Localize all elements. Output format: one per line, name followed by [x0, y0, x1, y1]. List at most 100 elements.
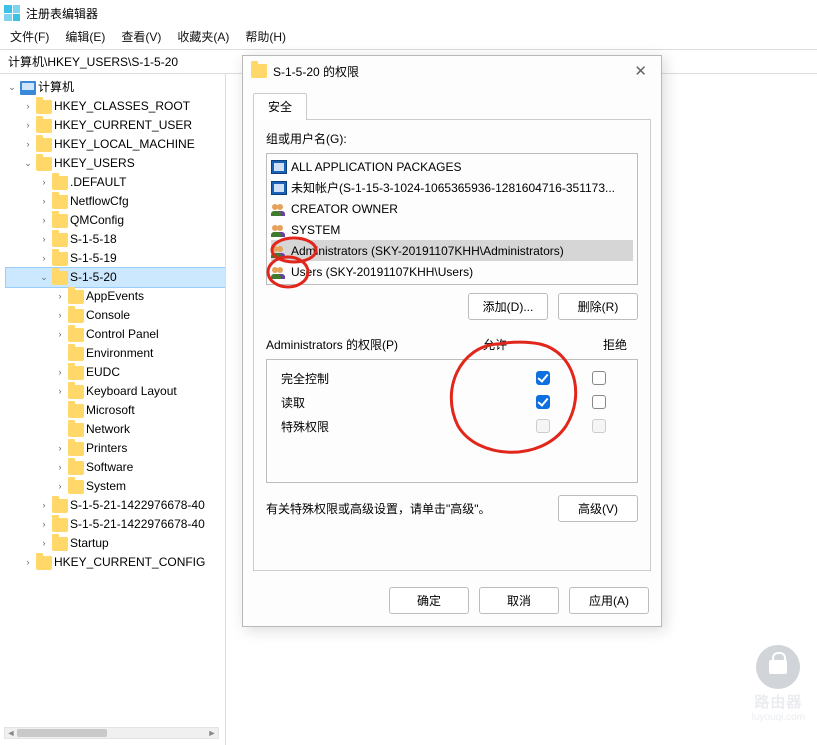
chevron-right-icon[interactable]: ›	[54, 439, 66, 458]
permissions-table: 完全控制读取特殊权限	[266, 359, 638, 483]
tree-item[interactable]: ›HKEY_CURRENT_CONFIG	[6, 553, 225, 572]
tree-item[interactable]: ›Console	[6, 306, 225, 325]
menu-file[interactable]: 文件(F)	[10, 28, 49, 45]
chevron-right-icon[interactable]: ›	[22, 97, 34, 116]
tree-pane[interactable]: ⌄ 计算机›HKEY_CLASSES_ROOT›HKEY_CURRENT_USER…	[0, 74, 226, 745]
chevron-right-icon[interactable]: ›	[38, 211, 50, 230]
chevron-right-icon[interactable]: ›	[38, 173, 50, 192]
tree-label: Startup	[70, 534, 109, 553]
menu-edit[interactable]: 编辑(E)	[65, 28, 105, 45]
tree-item[interactable]: ›S-1-5-18	[6, 230, 225, 249]
tree-label: .DEFAULT	[70, 173, 126, 192]
tree-item-root[interactable]: ⌄ 计算机	[6, 78, 225, 97]
chevron-right-icon[interactable]: ›	[22, 116, 34, 135]
chevron-down-icon[interactable]: ⌄	[22, 154, 34, 173]
scroll-right-arrow-icon[interactable]: ►	[206, 728, 218, 738]
user-list-item[interactable]: 未知帐户(S-1-15-3-1024-1065365936-1281604716…	[271, 177, 633, 198]
chevron-right-icon[interactable]: ›	[54, 477, 66, 496]
allow-checkbox[interactable]	[536, 395, 550, 409]
ok-button[interactable]: 确定	[389, 587, 469, 614]
tree-item[interactable]: › Startup	[6, 534, 225, 553]
tree-item[interactable]: ›S-1-5-21-1422976678-40	[6, 515, 225, 534]
menu-view[interactable]: 查看(V)	[121, 28, 161, 45]
chevron-down-icon[interactable]: ⌄	[6, 78, 18, 97]
folder-icon	[52, 195, 68, 209]
tree-item[interactable]: ›HKEY_CURRENT_USER	[6, 116, 225, 135]
user-list-item[interactable]: Administrators (SKY-20191107KHH\Administ…	[271, 240, 633, 261]
chevron-right-icon[interactable]: ›	[38, 192, 50, 211]
dialog-buttons: 确定 取消 应用(A)	[243, 579, 661, 626]
scrollbar-thumb[interactable]	[17, 729, 107, 737]
menu-favorites[interactable]: 收藏夹(A)	[177, 28, 229, 45]
scroll-left-arrow-icon[interactable]: ◄	[5, 728, 17, 738]
chevron-right-icon[interactable]: ›	[54, 363, 66, 382]
tree-item[interactable]: ›Environment	[6, 344, 225, 363]
group-users-label: 组或用户名(G):	[266, 130, 638, 147]
tree-item[interactable]: ›S-1-5-19	[6, 249, 225, 268]
menu-help[interactable]: 帮助(H)	[245, 28, 286, 45]
chevron-down-icon[interactable]: ⌄	[38, 268, 50, 287]
tree-item[interactable]: ›AppEvents	[6, 287, 225, 306]
tab-security[interactable]: 安全	[253, 93, 307, 120]
folder-icon	[52, 252, 68, 266]
users-icon	[271, 244, 287, 258]
folder-icon	[52, 499, 68, 513]
tree-item[interactable]: ›Microsoft	[6, 401, 225, 420]
registry-tree[interactable]: ⌄ 计算机›HKEY_CLASSES_ROOT›HKEY_CURRENT_USER…	[6, 78, 225, 572]
chevron-right-icon[interactable]: ›	[38, 496, 50, 515]
tree-item[interactable]: ›EUDC	[6, 363, 225, 382]
users-icon	[271, 223, 287, 237]
tree-item[interactable]: ⌄HKEY_USERS	[6, 154, 225, 173]
deny-checkbox[interactable]	[592, 371, 606, 385]
user-list-item[interactable]: CREATOR OWNER	[271, 198, 633, 219]
tree-item[interactable]: ›Network	[6, 420, 225, 439]
tree-item[interactable]: ›NetflowCfg	[6, 192, 225, 211]
chevron-right-icon[interactable]: ›	[22, 553, 34, 572]
chevron-right-icon[interactable]: ›	[38, 515, 50, 534]
tree-item[interactable]: ⌄S-1-5-20	[6, 268, 225, 287]
chevron-right-icon[interactable]: ›	[54, 306, 66, 325]
chevron-right-icon[interactable]: ›	[54, 287, 66, 306]
tree-label: Microsoft	[86, 401, 135, 420]
user-list-item[interactable]: Users (SKY-20191107KHH\Users)	[271, 261, 633, 282]
advanced-button[interactable]: 高级(V)	[558, 495, 638, 522]
chevron-right-icon[interactable]: ›	[54, 382, 66, 401]
chevron-right-icon[interactable]: ›	[54, 458, 66, 477]
chevron-right-icon[interactable]: ›	[38, 249, 50, 268]
tree-label: 计算机	[38, 78, 74, 97]
add-button[interactable]: 添加(D)...	[468, 293, 548, 320]
chevron-right-icon[interactable]: ›	[38, 230, 50, 249]
tree-item[interactable]: ›Keyboard Layout	[6, 382, 225, 401]
group-users-list[interactable]: ALL APPLICATION PACKAGES未知帐户(S-1-15-3-10…	[266, 153, 638, 285]
folder-icon	[68, 480, 84, 494]
tree-item[interactable]: › Control Panel	[6, 325, 225, 344]
tree-item[interactable]: › .DEFAULT	[6, 173, 225, 192]
tree-item[interactable]: ›System	[6, 477, 225, 496]
package-icon	[271, 160, 287, 174]
user-list-item[interactable]: SYSTEM	[271, 219, 633, 240]
tree-item[interactable]: ›QMConfig	[6, 211, 225, 230]
chevron-right-icon[interactable]: ›	[22, 135, 34, 154]
deny-checkbox[interactable]	[592, 395, 606, 409]
chevron-right-icon[interactable]: ›	[54, 325, 66, 344]
cancel-button[interactable]: 取消	[479, 587, 559, 614]
remove-button[interactable]: 删除(R)	[558, 293, 638, 320]
tree-label: Software	[86, 458, 133, 477]
tree-item[interactable]: ›Printers	[6, 439, 225, 458]
tree-item[interactable]: ›S-1-5-21-1422976678-40	[6, 496, 225, 515]
allow-checkbox[interactable]	[536, 371, 550, 385]
chevron-right-icon[interactable]: ›	[38, 534, 50, 553]
apply-button[interactable]: 应用(A)	[569, 587, 649, 614]
dialog-title-bar[interactable]: S-1-5-20 的权限 ✕	[243, 56, 661, 86]
tree-item[interactable]: ›HKEY_LOCAL_MACHINE	[6, 135, 225, 154]
folder-icon	[68, 309, 84, 323]
folder-icon	[68, 328, 84, 342]
tree-item[interactable]: ›HKEY_CLASSES_ROOT	[6, 97, 225, 116]
tree-item[interactable]: › Software	[6, 458, 225, 477]
tree-label: Control Panel	[86, 325, 159, 344]
folder-icon	[68, 290, 84, 304]
deny-header: 拒绝	[592, 336, 638, 353]
user-list-item[interactable]: ALL APPLICATION PACKAGES	[271, 156, 633, 177]
close-button[interactable]: ✕	[628, 62, 653, 80]
horizontal-scrollbar[interactable]: ◄ ►	[4, 727, 219, 739]
